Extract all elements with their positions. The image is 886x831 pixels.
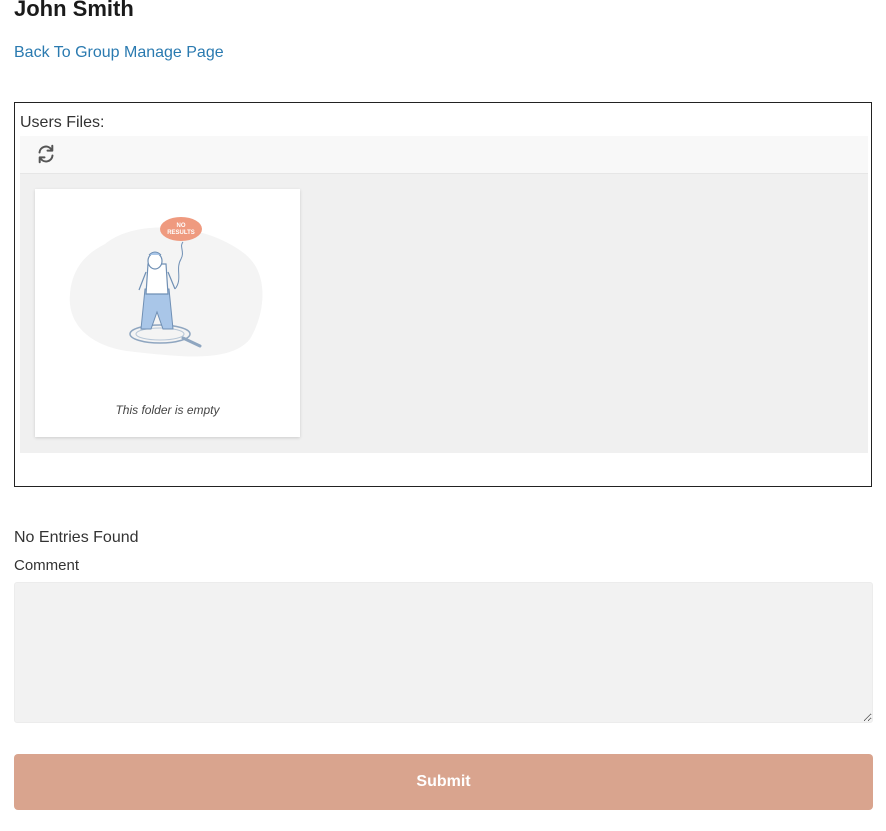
user-name-heading: John Smith — [14, 0, 134, 21]
empty-folder-text: This folder is empty — [115, 403, 220, 417]
no-results-badge-line1: NO — [177, 223, 186, 229]
empty-folder-card: NO RESULTS This folder is empty — [35, 189, 300, 437]
users-files-panel: Users Files: NO RESULTS This folder is e… — [14, 102, 872, 487]
comment-label: Comment — [14, 557, 80, 574]
comment-textarea[interactable] — [14, 582, 873, 723]
submit-button[interactable]: Submit — [14, 754, 873, 810]
file-list-area: NO RESULTS This folder is empty — [20, 174, 868, 453]
no-results-illustration: NO RESULTS — [69, 217, 263, 357]
users-files-label: Users Files: — [20, 114, 105, 131]
back-to-group-manage-link[interactable]: Back To Group Manage Page — [14, 43, 224, 63]
no-entries-text: No Entries Found — [14, 529, 139, 546]
refresh-icon[interactable] — [36, 144, 56, 164]
no-results-badge-line2: RESULTS — [167, 230, 195, 236]
file-toolbar — [20, 136, 868, 174]
